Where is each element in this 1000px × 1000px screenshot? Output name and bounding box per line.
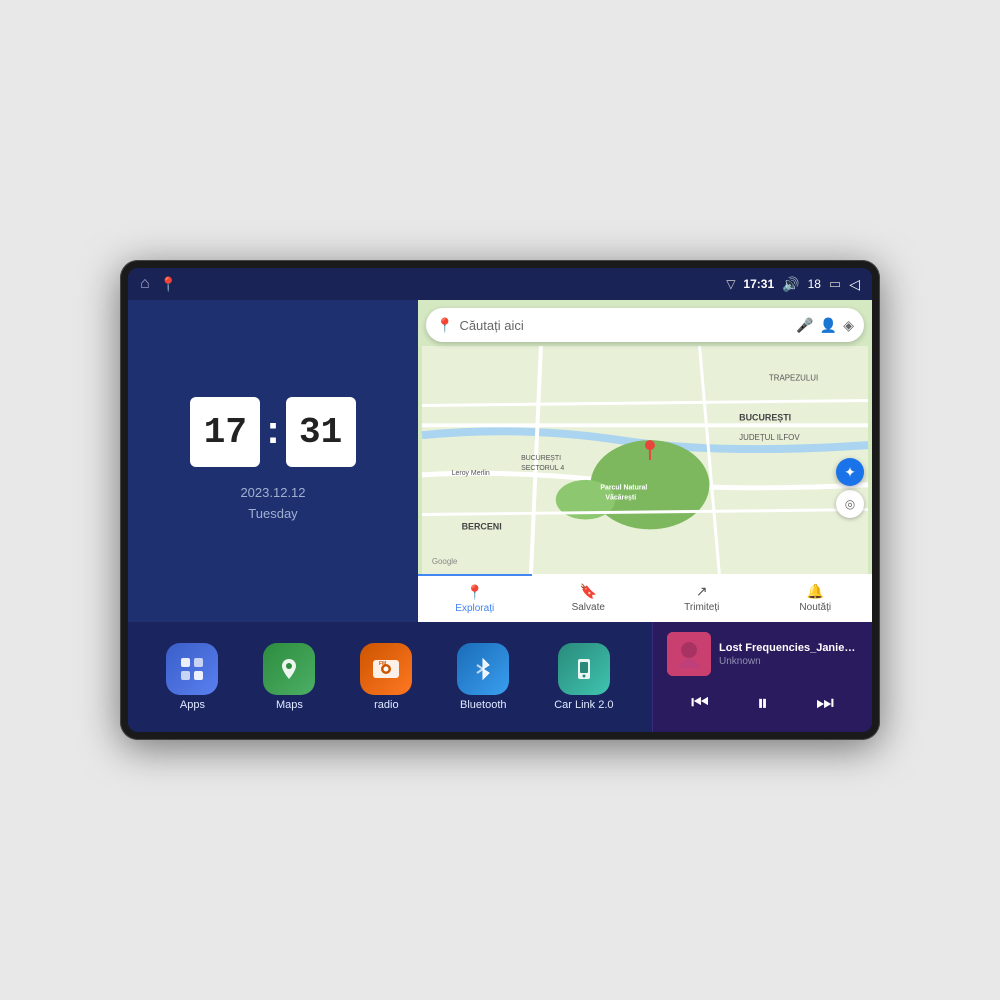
svg-text:SECTORUL 4: SECTORUL 4: [521, 465, 564, 472]
map-pin-icon: 📍: [436, 317, 453, 334]
app-radio[interactable]: FM radio: [360, 643, 412, 711]
svg-text:BUCUREȘTI: BUCUREȘTI: [739, 412, 791, 422]
carlink-phone-icon: [570, 655, 598, 683]
radio-label: radio: [374, 699, 398, 711]
status-left: ⌂ 📍: [140, 275, 177, 293]
map-search-icons: 🎤 👤 ◈: [796, 317, 854, 334]
clock-colon: :: [266, 408, 279, 453]
music-title: Lost Frequencies_Janieck Devy-...: [719, 642, 858, 654]
layers-icon[interactable]: ◈: [843, 317, 854, 334]
share-icon: ↗: [696, 583, 708, 600]
clock-panel: 17 : 31 2023.12.12 Tuesday: [128, 300, 418, 622]
locate-button[interactable]: ✦: [836, 458, 864, 486]
status-bar: ⌂ 📍 ▽ 17:31 🔊 18 ▭ ◁: [128, 268, 872, 300]
clock-minutes: 31: [286, 397, 356, 467]
home-icon[interactable]: ⌂: [140, 275, 150, 293]
car-stereo-device: ⌂ 📍 ▽ 17:31 🔊 18 ▭ ◁ 17: [120, 260, 880, 740]
back-button[interactable]: ◁: [849, 276, 860, 293]
battery-icon: ▭: [829, 276, 841, 292]
bluetooth-label: Bluetooth: [460, 699, 506, 711]
map-search-bar[interactable]: 📍 Căutați aici 🎤 👤 ◈: [426, 308, 864, 342]
map-tab-saved[interactable]: 🔖 Salvate: [532, 574, 646, 622]
bottom-section: Apps Maps: [128, 622, 872, 732]
app-carlink[interactable]: Car Link 2.0: [554, 643, 613, 711]
map-svg: BUCUREȘTI JUDEȚUL ILFOV BERCENI TRAPEZUL…: [418, 346, 872, 574]
music-artist: Unknown: [719, 656, 858, 667]
saved-icon: 🔖: [580, 583, 597, 600]
app-apps[interactable]: Apps: [166, 643, 218, 711]
next-button[interactable]: ⏭: [808, 688, 842, 719]
svg-text:TRAPEZULUI: TRAPEZULUI: [769, 374, 818, 383]
svg-text:Parcul Natural: Parcul Natural: [600, 485, 647, 492]
map-bottom-bar: 📍 Explorați 🔖 Salvate ↗ Trimiteți 🔔: [418, 574, 872, 622]
svg-text:Văcărești: Văcărești: [605, 495, 636, 502]
music-top: Lost Frequencies_Janieck Devy-... Unknow…: [667, 632, 858, 676]
news-icon: 🔔: [807, 583, 824, 600]
play-pause-button[interactable]: ⏸: [749, 686, 776, 720]
explore-label: Explorați: [455, 603, 494, 614]
carlink-label: Car Link 2.0: [554, 699, 613, 711]
compass-button[interactable]: ◎: [836, 490, 864, 518]
svg-text:Leroy Merlin: Leroy Merlin: [452, 470, 490, 477]
map-tab-news[interactable]: 🔔 Noutăți: [759, 574, 873, 622]
svg-text:FM: FM: [379, 661, 386, 667]
signal-icon: ▽: [726, 277, 735, 291]
map-search-input[interactable]: Căutați aici: [459, 318, 790, 333]
prev-button[interactable]: ⏮: [683, 688, 717, 719]
volume-icon[interactable]: 🔊: [782, 276, 799, 293]
apps-icon: [166, 643, 218, 695]
bluetooth-symbol-icon: [469, 655, 497, 683]
apps-grid-icon: [178, 655, 206, 683]
map-tab-explore[interactable]: 📍 Explorați: [418, 574, 532, 622]
status-right: ▽ 17:31 🔊 18 ▭ ◁: [726, 276, 860, 293]
radio-fm-icon: FM: [369, 652, 403, 686]
music-player: Lost Frequencies_Janieck Devy-... Unknow…: [652, 622, 872, 732]
carlink-icon: [558, 643, 610, 695]
account-icon[interactable]: 👤: [820, 317, 837, 334]
music-controls: ⏮ ⏸ ⏭: [667, 686, 858, 720]
music-info: Lost Frequencies_Janieck Devy-... Unknow…: [719, 642, 858, 667]
signal-level: 18: [808, 277, 821, 291]
apps-row: Apps Maps: [128, 622, 652, 732]
album-art-svg: [667, 632, 711, 676]
saved-label: Salvate: [572, 602, 605, 613]
main-content: 17 : 31 2023.12.12 Tuesday 📍 Căutați aic…: [128, 300, 872, 732]
status-time: 17:31: [743, 277, 774, 291]
map-content: BUCUREȘTI JUDEȚUL ILFOV BERCENI TRAPEZUL…: [418, 346, 872, 574]
bluetooth-icon: [457, 643, 509, 695]
explore-icon: 📍: [466, 584, 483, 601]
maps-status-icon[interactable]: 📍: [160, 276, 177, 293]
maps-pin-icon: [275, 655, 303, 683]
maps-icon: [263, 643, 315, 695]
svg-text:Google: Google: [432, 557, 458, 566]
svg-text:BUCUREȘTI: BUCUREȘTI: [521, 455, 561, 462]
clock-hours: 17: [190, 397, 260, 467]
map-panel[interactable]: 📍 Căutați aici 🎤 👤 ◈: [418, 300, 872, 622]
clock-date: 2023.12.12 Tuesday: [240, 483, 305, 525]
radio-icon: FM: [360, 643, 412, 695]
map-tab-share[interactable]: ↗ Trimiteți: [645, 574, 759, 622]
app-bluetooth[interactable]: Bluetooth: [457, 643, 509, 711]
album-art: [667, 632, 711, 676]
clock-display: 17 : 31: [190, 397, 355, 467]
svg-text:BERCENI: BERCENI: [462, 521, 502, 531]
mic-icon[interactable]: 🎤: [796, 317, 813, 334]
svg-text:JUDEȚUL ILFOV: JUDEȚUL ILFOV: [739, 433, 800, 442]
app-maps[interactable]: Maps: [263, 643, 315, 711]
maps-label: Maps: [276, 699, 303, 711]
news-label: Noutăți: [799, 602, 831, 613]
share-label: Trimiteți: [684, 602, 719, 613]
device-screen: ⌂ 📍 ▽ 17:31 🔊 18 ▭ ◁ 17: [128, 268, 872, 732]
apps-label: Apps: [180, 699, 205, 711]
top-section: 17 : 31 2023.12.12 Tuesday 📍 Căutați aic…: [128, 300, 872, 622]
